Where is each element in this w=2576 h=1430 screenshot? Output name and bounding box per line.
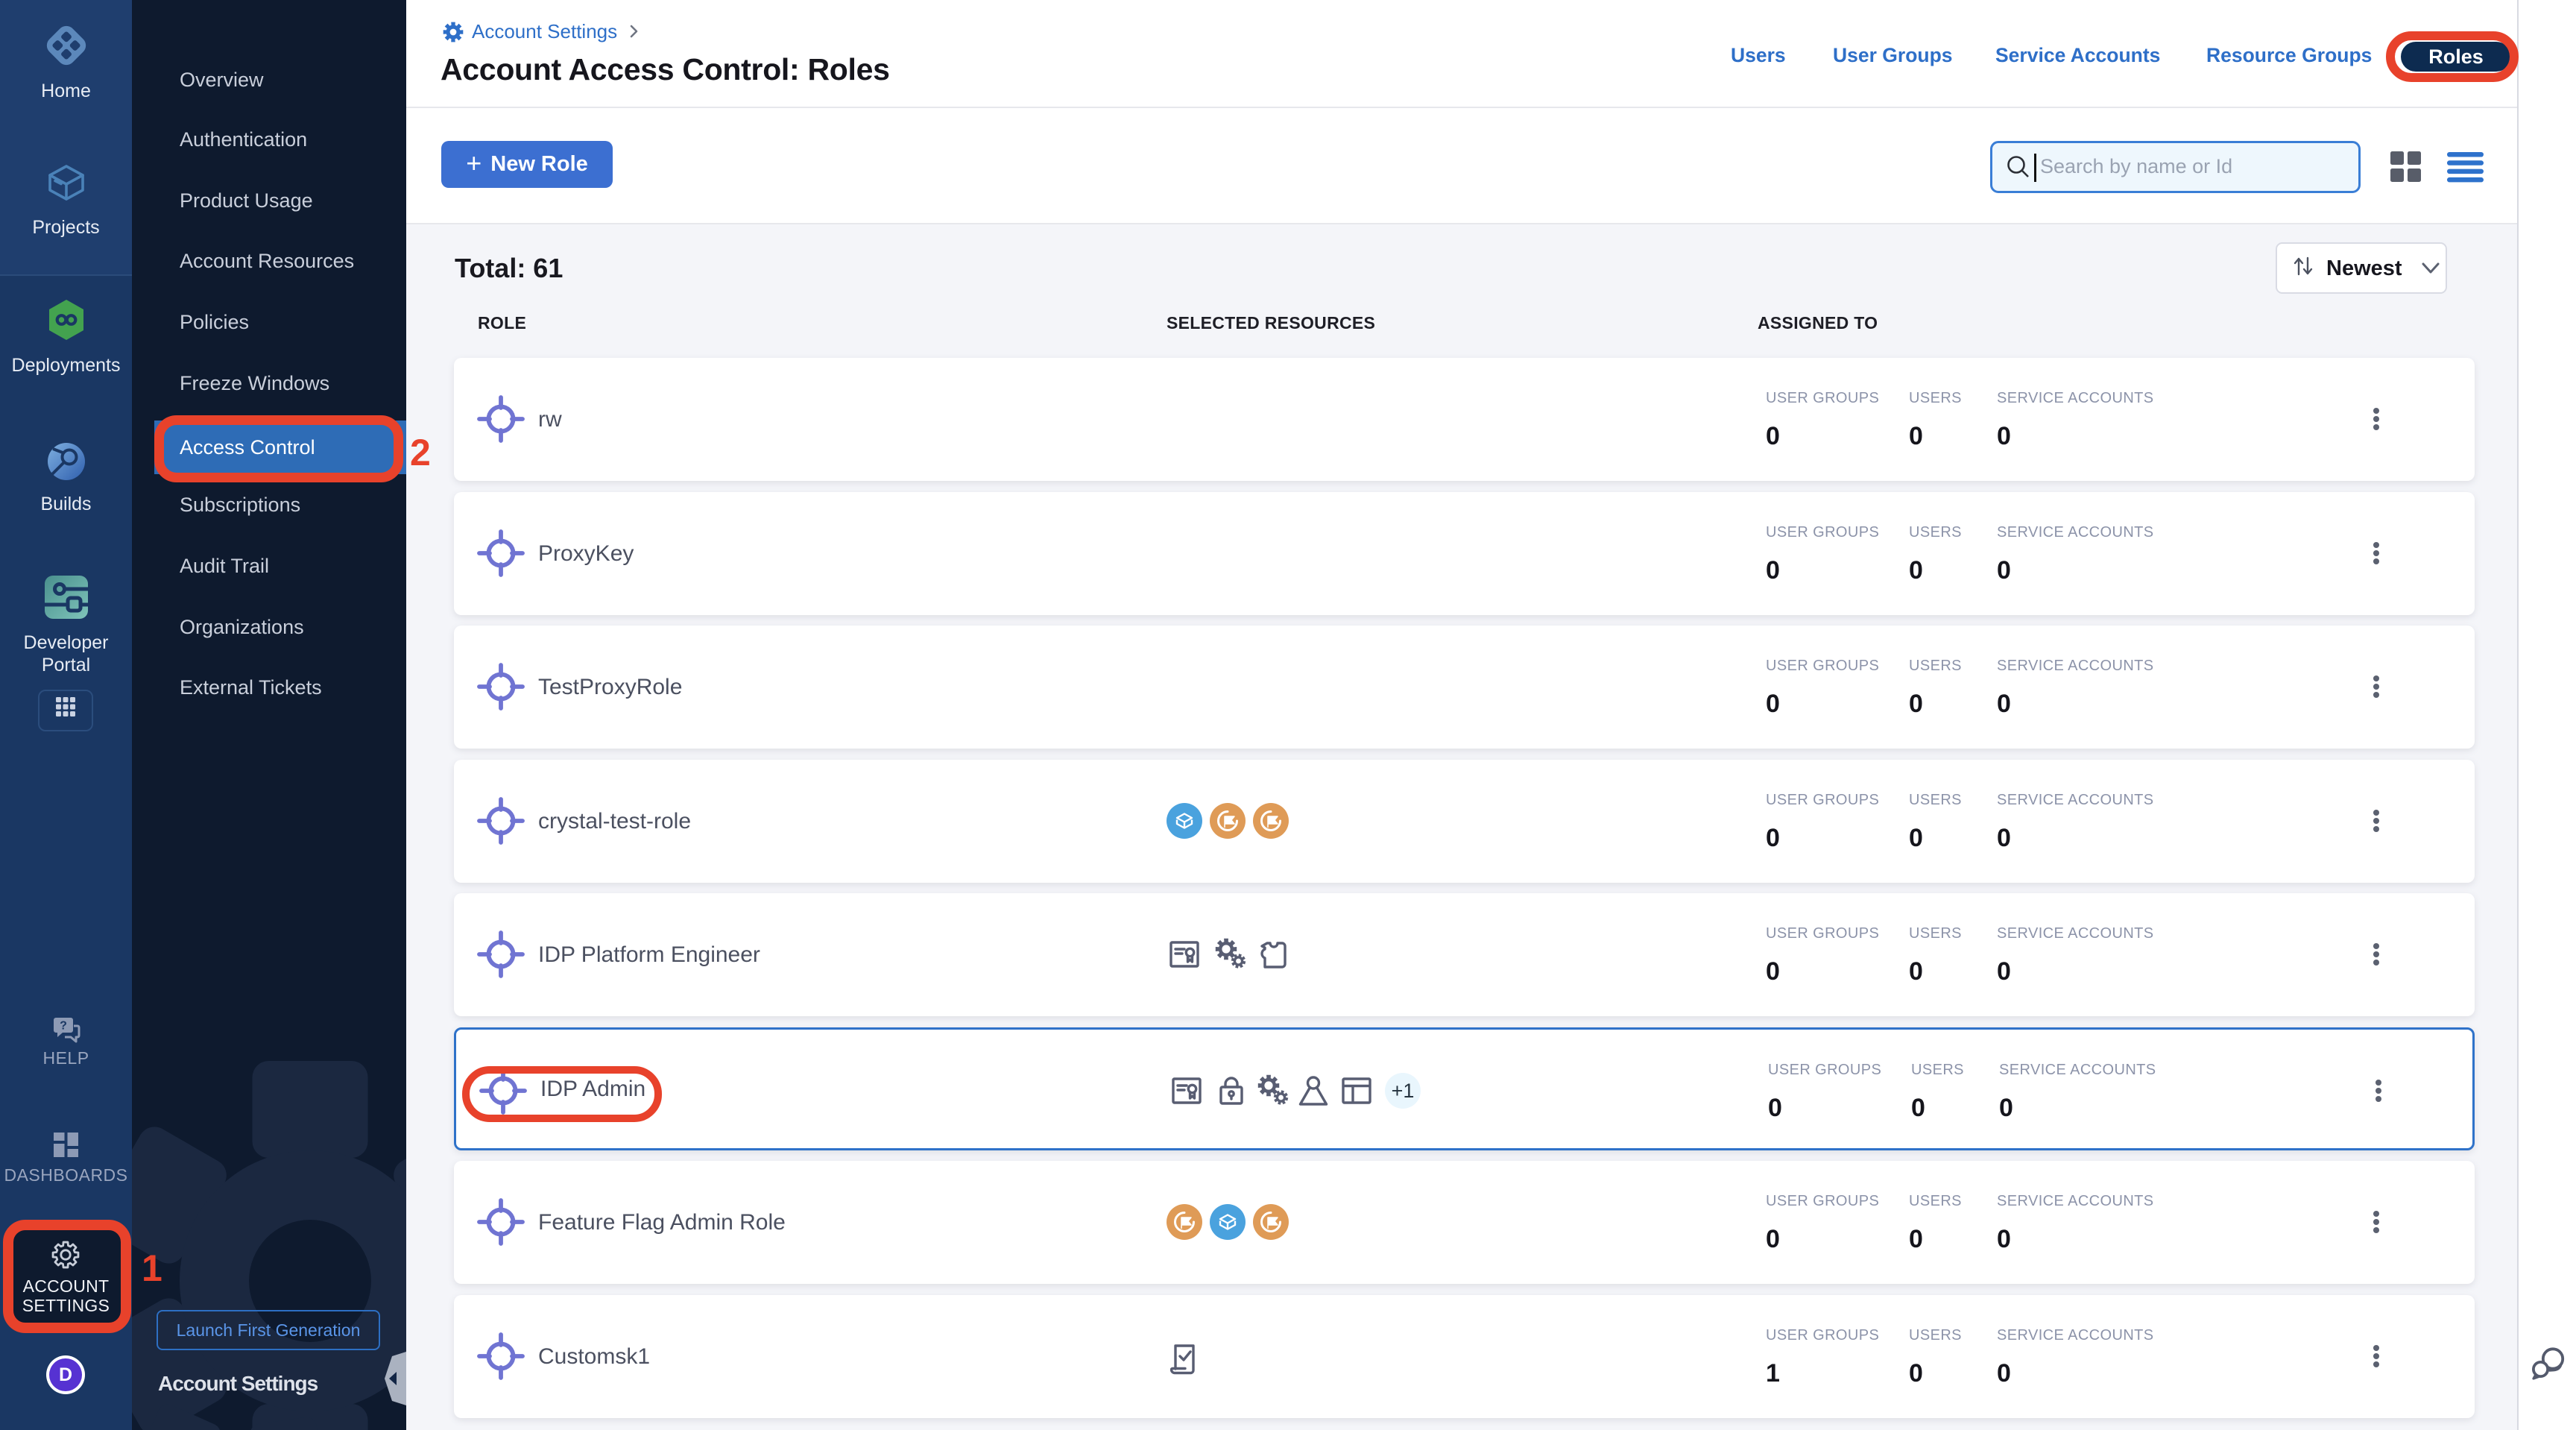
svg-text:?: ?	[60, 1020, 67, 1033]
